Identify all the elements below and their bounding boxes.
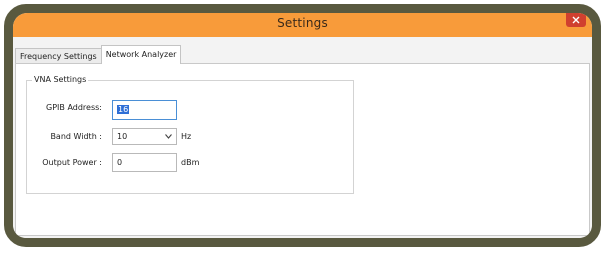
output-power-input[interactable]: 0 <box>112 153 177 172</box>
vna-settings-title: VNA Settings <box>32 75 89 84</box>
tab-strip: Frequency Settings Network Analyzer <box>15 44 182 64</box>
dialog-body: Frequency Settings Network Analyzer VNA … <box>13 37 592 238</box>
output-power-label: Output Power : <box>42 158 102 167</box>
tab-network-analyzer[interactable]: Network Analyzer <box>100 45 182 64</box>
band-width-unit: Hz <box>181 132 192 141</box>
gpib-address-label: GPIB Address: <box>46 103 102 112</box>
output-power-value: 0 <box>117 158 123 167</box>
network-analyzer-panel: VNA Settings GPIB Address: 16 Band Width… <box>15 63 590 236</box>
output-power-unit: dBm <box>181 158 200 167</box>
vna-settings-group: VNA Settings GPIB Address: 16 Band Width… <box>26 75 354 194</box>
gpib-address-value: 16 <box>117 105 130 114</box>
band-width-label: Band Width : <box>50 132 102 141</box>
chevron-down-icon <box>165 134 172 139</box>
gpib-address-input[interactable]: 16 <box>112 100 177 120</box>
settings-window: Settings Frequency Settings Network Anal… <box>13 13 592 238</box>
band-width-value: 10 <box>117 132 128 141</box>
window-title: Settings <box>277 16 328 30</box>
title-bar: Settings <box>13 13 592 37</box>
tab-frequency-settings[interactable]: Frequency Settings <box>15 48 102 64</box>
band-width-select[interactable]: 10 <box>112 128 177 145</box>
window-frame: Settings Frequency Settings Network Anal… <box>4 4 601 247</box>
close-icon <box>572 16 580 24</box>
close-button[interactable] <box>566 13 586 27</box>
